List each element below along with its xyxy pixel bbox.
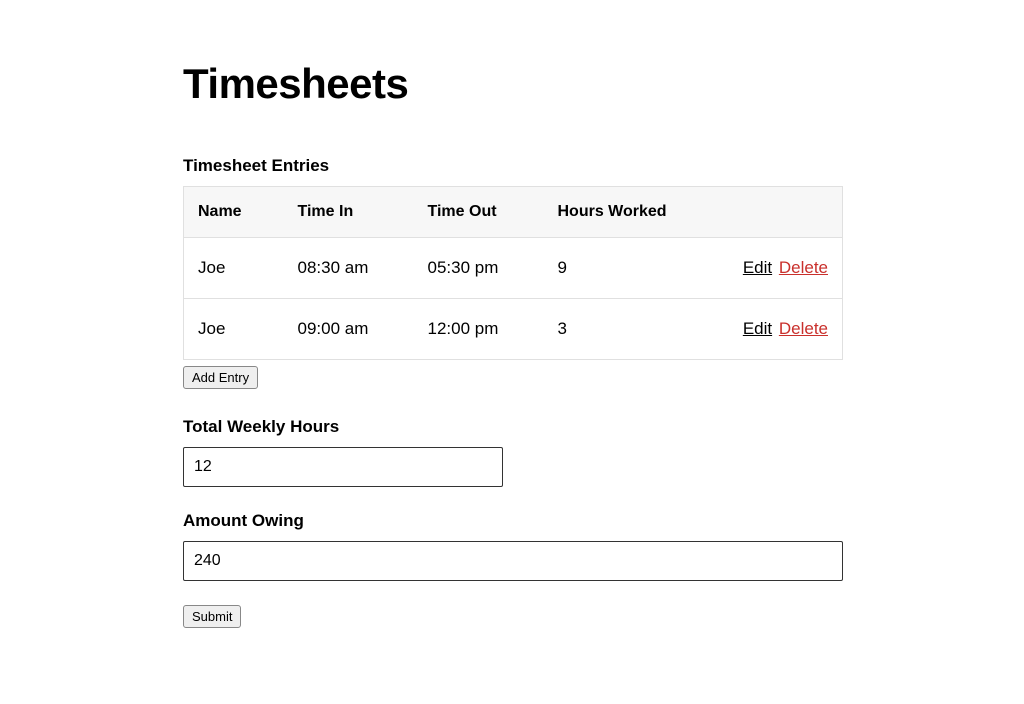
cell-hours-worked: 9 [544,238,704,299]
col-header-time-out: Time Out [414,187,544,238]
amount-owing-label: Amount Owing [183,511,843,531]
cell-time-out: 05:30 pm [414,238,544,299]
cell-time-in: 09:00 am [284,299,414,360]
cell-time-out: 12:00 pm [414,299,544,360]
cell-hours-worked: 3 [544,299,704,360]
cell-name: Joe [184,299,284,360]
cell-name: Joe [184,238,284,299]
table-row: Joe 08:30 am 05:30 pm 9 Edit Delete [184,238,843,299]
timesheet-table: Name Time In Time Out Hours Worked Joe 0… [183,186,843,360]
total-weekly-hours-label: Total Weekly Hours [183,417,843,437]
col-header-time-in: Time In [284,187,414,238]
page-title: Timesheets [183,60,843,108]
delete-link[interactable]: Delete [779,319,828,338]
col-header-actions [704,187,843,238]
submit-button[interactable]: Submit [183,605,241,628]
entries-heading: Timesheet Entries [183,156,843,176]
table-header-row: Name Time In Time Out Hours Worked [184,187,843,238]
col-header-hours-worked: Hours Worked [544,187,704,238]
edit-link[interactable]: Edit [743,319,772,338]
amount-owing-input[interactable] [183,541,843,581]
table-row: Joe 09:00 am 12:00 pm 3 Edit Delete [184,299,843,360]
col-header-name: Name [184,187,284,238]
edit-link[interactable]: Edit [743,258,772,277]
cell-time-in: 08:30 am [284,238,414,299]
total-weekly-hours-input[interactable] [183,447,503,487]
add-entry-button[interactable]: Add Entry [183,366,258,389]
delete-link[interactable]: Delete [779,258,828,277]
cell-actions: Edit Delete [704,299,843,360]
cell-actions: Edit Delete [704,238,843,299]
